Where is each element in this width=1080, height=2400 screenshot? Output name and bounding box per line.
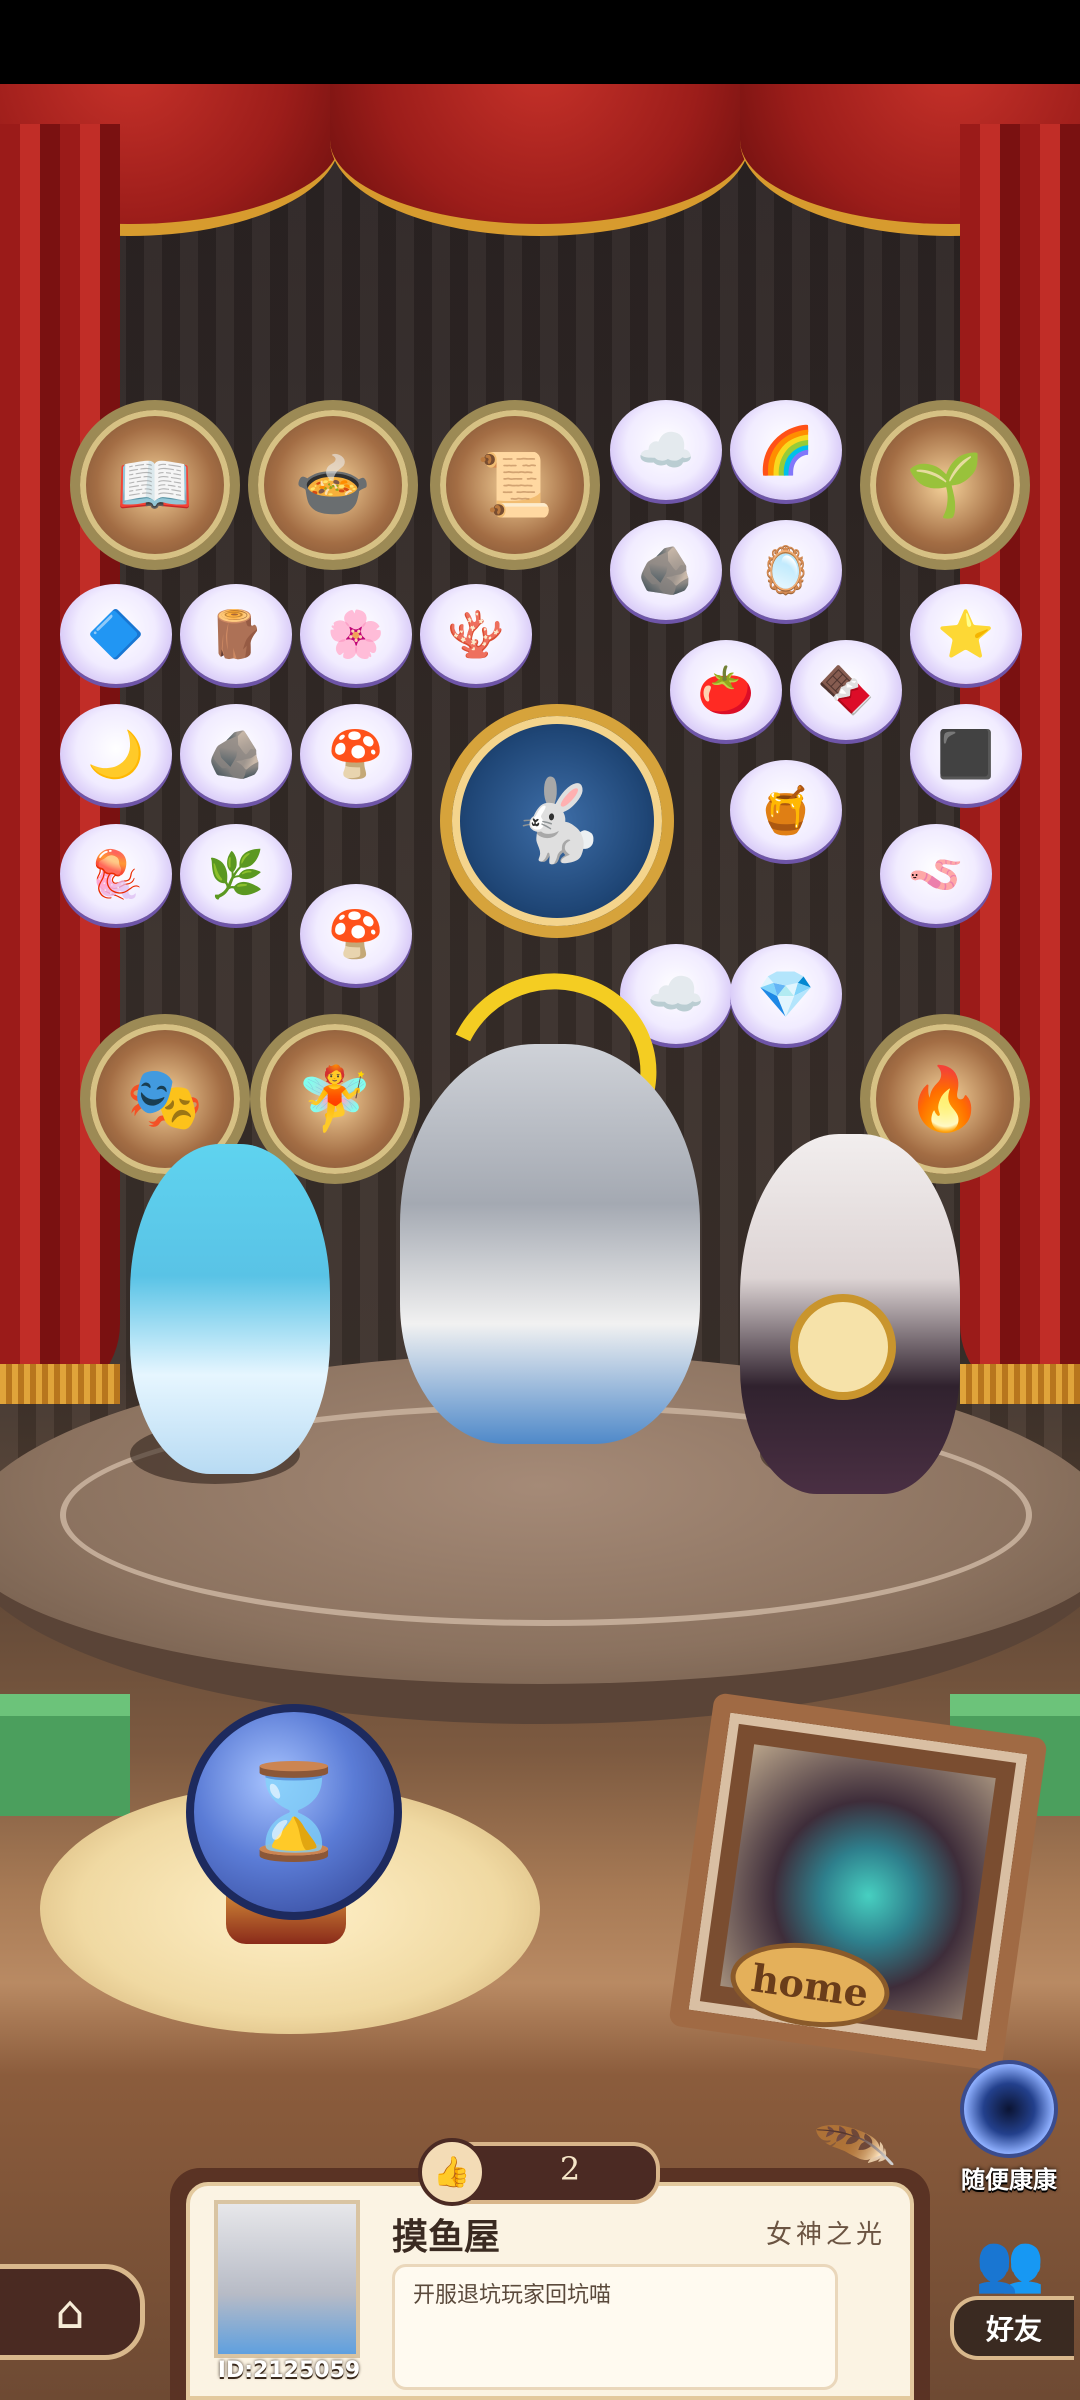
portal-icon	[960, 2060, 1058, 2158]
green-steps-left	[0, 1694, 130, 1816]
friends-button[interactable]: 👥 好友	[940, 2230, 1080, 2360]
tomato-item[interactable]: 🍅	[670, 640, 782, 740]
avatar[interactable]	[214, 2200, 360, 2358]
rainbow-item[interactable]: 🌈	[730, 400, 842, 500]
ore-pile-item[interactable]: 🪨	[610, 520, 722, 620]
mushroom-cluster-item[interactable]: 🍄	[300, 884, 412, 984]
cotton-item[interactable]: ☁️	[610, 400, 722, 500]
honeycomb-item[interactable]: 🍯	[730, 760, 842, 860]
motto-text: 开服退坑玩家回坑喵	[413, 2283, 612, 2308]
jellyfish-item[interactable]: 🪼	[60, 824, 172, 924]
rabbit-window-medallion[interactable]: 🐇	[440, 704, 674, 938]
curtain-valance	[0, 84, 1080, 236]
purple-coral-item[interactable]: 🪸	[420, 584, 532, 684]
valance-swag-center	[330, 84, 750, 236]
seaweed-item[interactable]: 🌿	[180, 824, 292, 924]
random-visit-label: 随便康康	[961, 2166, 1057, 2194]
user-title: 女神之光	[765, 2220, 886, 2250]
like-count: 2	[559, 2150, 581, 2188]
obsidian-item[interactable]: 🔷	[60, 584, 172, 684]
hourglass-crystal-ball[interactable]: ⌛	[186, 1704, 402, 1920]
random-visit-button[interactable]: 随便康康	[944, 2060, 1074, 2195]
locked-book-badge[interactable]: 📖	[70, 400, 240, 570]
blue-mushroom-item[interactable]: 🍄	[300, 704, 412, 804]
curtain-fringe	[960, 1364, 1080, 1404]
moon-item[interactable]: 🌙	[60, 704, 172, 804]
crystal-shard-item[interactable]: 💎	[730, 944, 842, 1044]
crystal-item[interactable]: 🪨	[180, 704, 292, 804]
moon-goddess-character[interactable]	[400, 1044, 700, 1444]
house-name: 摸鱼屋	[392, 2217, 501, 2258]
star-item[interactable]: ⭐	[910, 584, 1022, 684]
wood-item[interactable]: 🪵	[180, 584, 292, 684]
room-scene: 📖 🍲 📜 🌱 ☁️ 🌈 🪨 🪞 🔷 🪵 🌸 🪸 ⭐ 🍅 🍫 🌙 🪨 🍄 ⬛ 🍯…	[0, 84, 1080, 2400]
thumbs-up-icon: 👍	[418, 2138, 486, 2206]
friends-label: 好友	[950, 2296, 1074, 2360]
curtain-fringe	[0, 1364, 120, 1404]
home-icon: ⌂	[55, 2285, 85, 2339]
user-id: ID:2125059	[217, 2358, 361, 2383]
blue-flower-item[interactable]: 🌸	[300, 584, 412, 684]
like-button[interactable]: 👍 2	[418, 2138, 660, 2206]
ice-fairy-character[interactable]	[130, 1144, 330, 1474]
hourglass-icon: ⌛	[236, 1758, 352, 1865]
coal-item[interactable]: ⬛	[910, 704, 1022, 804]
locked-plant-badge[interactable]: 🌱	[860, 400, 1030, 570]
locked-scroll-badge[interactable]: 📜	[430, 400, 600, 570]
worm-item[interactable]: 🪱	[880, 824, 992, 924]
mirror-item[interactable]: 🪞	[730, 520, 842, 620]
home-button[interactable]: ⌂	[0, 2264, 145, 2360]
chocolate-item[interactable]: 🍫	[790, 640, 902, 740]
locked-cauldron-badge[interactable]: 🍲	[248, 400, 418, 570]
motto-box[interactable]: 开服退坑玩家回坑喵	[392, 2264, 838, 2390]
pocket-watch	[790, 1294, 896, 1400]
